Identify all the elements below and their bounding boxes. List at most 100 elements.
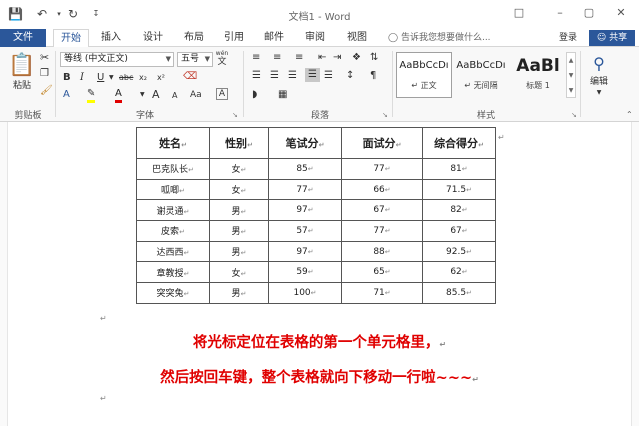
score-table[interactable]: 姓名↵ 性别↵ 笔试分↵ 面试分↵ 综合得分↵ 巴克队长↵ 女↵ 85↵ 77↵ 81↵… — [136, 127, 496, 304]
table-cell[interactable]: 67↵ — [341, 199, 423, 222]
font-size-select[interactable]: 五号 ▼ — [177, 52, 213, 67]
italic-button[interactable]: I — [80, 71, 84, 85]
table-cell[interactable]: 女↵ — [209, 158, 269, 180]
table-cell[interactable]: 巴克队长↵ — [136, 158, 210, 180]
increase-indent-icon[interactable]: ⇥ — [333, 51, 341, 65]
table-cell[interactable]: 97↵ — [268, 199, 342, 222]
chevron-down-icon[interactable]: ▼ — [567, 68, 575, 83]
highlight-button[interactable]: ✎ — [87, 88, 96, 103]
shrink-font-button[interactable]: A — [172, 89, 177, 103]
table-cell[interactable]: 66↵ — [341, 178, 423, 201]
table-cell[interactable]: 92.5↵ — [422, 240, 496, 263]
show-marks-icon[interactable]: ¶ — [370, 69, 376, 83]
table-cell[interactable]: 59↵ — [268, 261, 342, 284]
table-cell[interactable]: 97↵ — [268, 240, 342, 263]
superscript-button[interactable]: x² — [157, 71, 165, 85]
table-cell[interactable]: 章教授↵ — [136, 261, 210, 284]
tab-design[interactable]: 设计 — [138, 29, 168, 47]
align-right-icon[interactable]: ☰ — [288, 69, 297, 83]
sort-icon[interactable]: ⇅ — [370, 51, 378, 65]
font-color-button[interactable]: A — [115, 88, 122, 103]
tab-home[interactable]: 开始 — [53, 29, 89, 48]
ribbon-display-icon[interactable]: □ — [508, 3, 530, 23]
style-heading-1[interactable]: AaBl 标题 1 — [510, 52, 566, 98]
table-cell[interactable]: 57↵ — [268, 220, 342, 242]
text-effects-button[interactable]: A — [63, 88, 70, 102]
table-cell[interactable]: 77↵ — [341, 158, 423, 180]
header-cell[interactable]: 面试分↵ — [341, 127, 423, 159]
table-cell[interactable]: 男↵ — [209, 199, 269, 222]
align-left-icon[interactable]: ☰ — [252, 69, 261, 83]
tab-view[interactable]: 视图 — [342, 29, 372, 47]
tab-layout[interactable]: 布局 — [179, 29, 209, 47]
table-cell[interactable]: 呱唧↵ — [136, 178, 210, 201]
style-no-spacing[interactable]: AaBbCcDı ↵ 无间隔 — [453, 52, 509, 98]
justify-icon[interactable]: ☰ — [305, 68, 320, 82]
header-cell[interactable]: 笔试分↵ — [268, 127, 342, 159]
table-cell[interactable]: 65↵ — [341, 261, 423, 284]
phonetic-guide-button[interactable]: wén 文 — [215, 50, 229, 67]
table-cell[interactable]: 71.5↵ — [422, 178, 496, 201]
copy-icon[interactable]: ❐ — [40, 67, 49, 81]
table-cell[interactable]: 67↵ — [422, 220, 496, 242]
table-cell[interactable]: 85.5↵ — [422, 282, 496, 304]
clear-format-icon[interactable]: ⌫ — [183, 70, 197, 84]
table-cell[interactable]: 100↵ — [268, 282, 342, 304]
tab-references[interactable]: 引用 — [219, 29, 249, 47]
table-cell[interactable]: 77↵ — [341, 220, 423, 242]
tab-insert[interactable]: 插入 — [96, 29, 126, 47]
table-cell[interactable]: 突突兔↵ — [136, 282, 210, 304]
table-cell[interactable]: 男↵ — [209, 220, 269, 242]
table-cell[interactable]: 62↵ — [422, 261, 496, 284]
login-link[interactable]: 登录 — [559, 29, 577, 47]
table-cell[interactable]: 男↵ — [209, 282, 269, 304]
strikethrough-button[interactable]: abc — [119, 71, 133, 85]
numbering-icon[interactable]: ≡ — [273, 51, 281, 65]
chevron-down-icon[interactable]: ▼ — [140, 88, 145, 102]
decrease-indent-icon[interactable]: ⇤ — [318, 51, 326, 65]
bold-button[interactable]: B — [63, 71, 71, 85]
close-icon[interactable]: ✕ — [610, 3, 632, 23]
subscript-button[interactable]: x₂ — [139, 71, 147, 85]
table-cell[interactable]: 谢灵通↵ — [136, 199, 210, 222]
header-cell[interactable]: 性别↵ — [209, 127, 269, 159]
table-cell[interactable]: 女↵ — [209, 178, 269, 201]
table-cell[interactable]: 82↵ — [422, 199, 496, 222]
distributed-icon[interactable]: ☰ — [324, 69, 333, 83]
cut-icon[interactable]: ✂ — [40, 51, 49, 65]
table-cell[interactable]: 皮索↵ — [136, 220, 210, 242]
tell-me-search[interactable]: ◯ 告诉我您想要做什么... — [388, 31, 491, 45]
tab-file[interactable]: 文件 — [0, 29, 46, 47]
collapse-ribbon-icon[interactable]: ⌃ — [626, 108, 633, 122]
borders-icon[interactable]: ▦ — [278, 88, 287, 102]
underline-button[interactable]: U — [97, 71, 104, 85]
tab-review[interactable]: 审阅 — [300, 29, 330, 47]
table-cell[interactable]: 88↵ — [341, 240, 423, 263]
maximize-icon[interactable]: ▢ — [578, 3, 600, 23]
multilevel-list-icon[interactable]: ≡ — [295, 51, 303, 65]
table-cell[interactable]: 71↵ — [341, 282, 423, 304]
character-border-icon[interactable]: A — [216, 88, 228, 100]
share-button[interactable]: ☺ 共享 — [589, 30, 635, 46]
table-cell[interactable]: 男↵ — [209, 240, 269, 263]
font-name-select[interactable]: 等线 (中文正文) ▼ — [60, 52, 174, 67]
more-icon[interactable]: ▼ — [567, 83, 575, 98]
table-cell[interactable]: 达西西↵ — [136, 240, 210, 263]
table-cell[interactable]: 81↵ — [422, 158, 496, 180]
chinese-layout-icon[interactable]: ❖ — [352, 51, 361, 65]
table-cell[interactable]: 女↵ — [209, 261, 269, 284]
header-cell[interactable]: 综合得分↵ — [422, 127, 496, 159]
styles-scroll[interactable]: ▲ ▼ ▼ — [566, 52, 576, 98]
change-case-button[interactable]: Aa — [190, 88, 202, 102]
chevron-up-icon[interactable]: ▲ — [567, 53, 575, 68]
line-spacing-icon[interactable]: ↕ — [346, 69, 354, 83]
align-center-icon[interactable]: ☰ — [270, 69, 279, 83]
header-cell[interactable]: 姓名↵ — [136, 127, 210, 159]
tab-mailings[interactable]: 邮件 — [259, 29, 289, 47]
table-cell[interactable]: 77↵ — [268, 178, 342, 201]
dialog-launcher-icon[interactable]: ↘ — [571, 108, 577, 122]
chevron-down-icon[interactable]: ▼ — [109, 71, 114, 85]
table-cell[interactable]: 85↵ — [268, 158, 342, 180]
paste-button[interactable]: 📋 粘贴 — [8, 53, 36, 101]
shading-icon[interactable]: ◗ — [252, 88, 257, 102]
